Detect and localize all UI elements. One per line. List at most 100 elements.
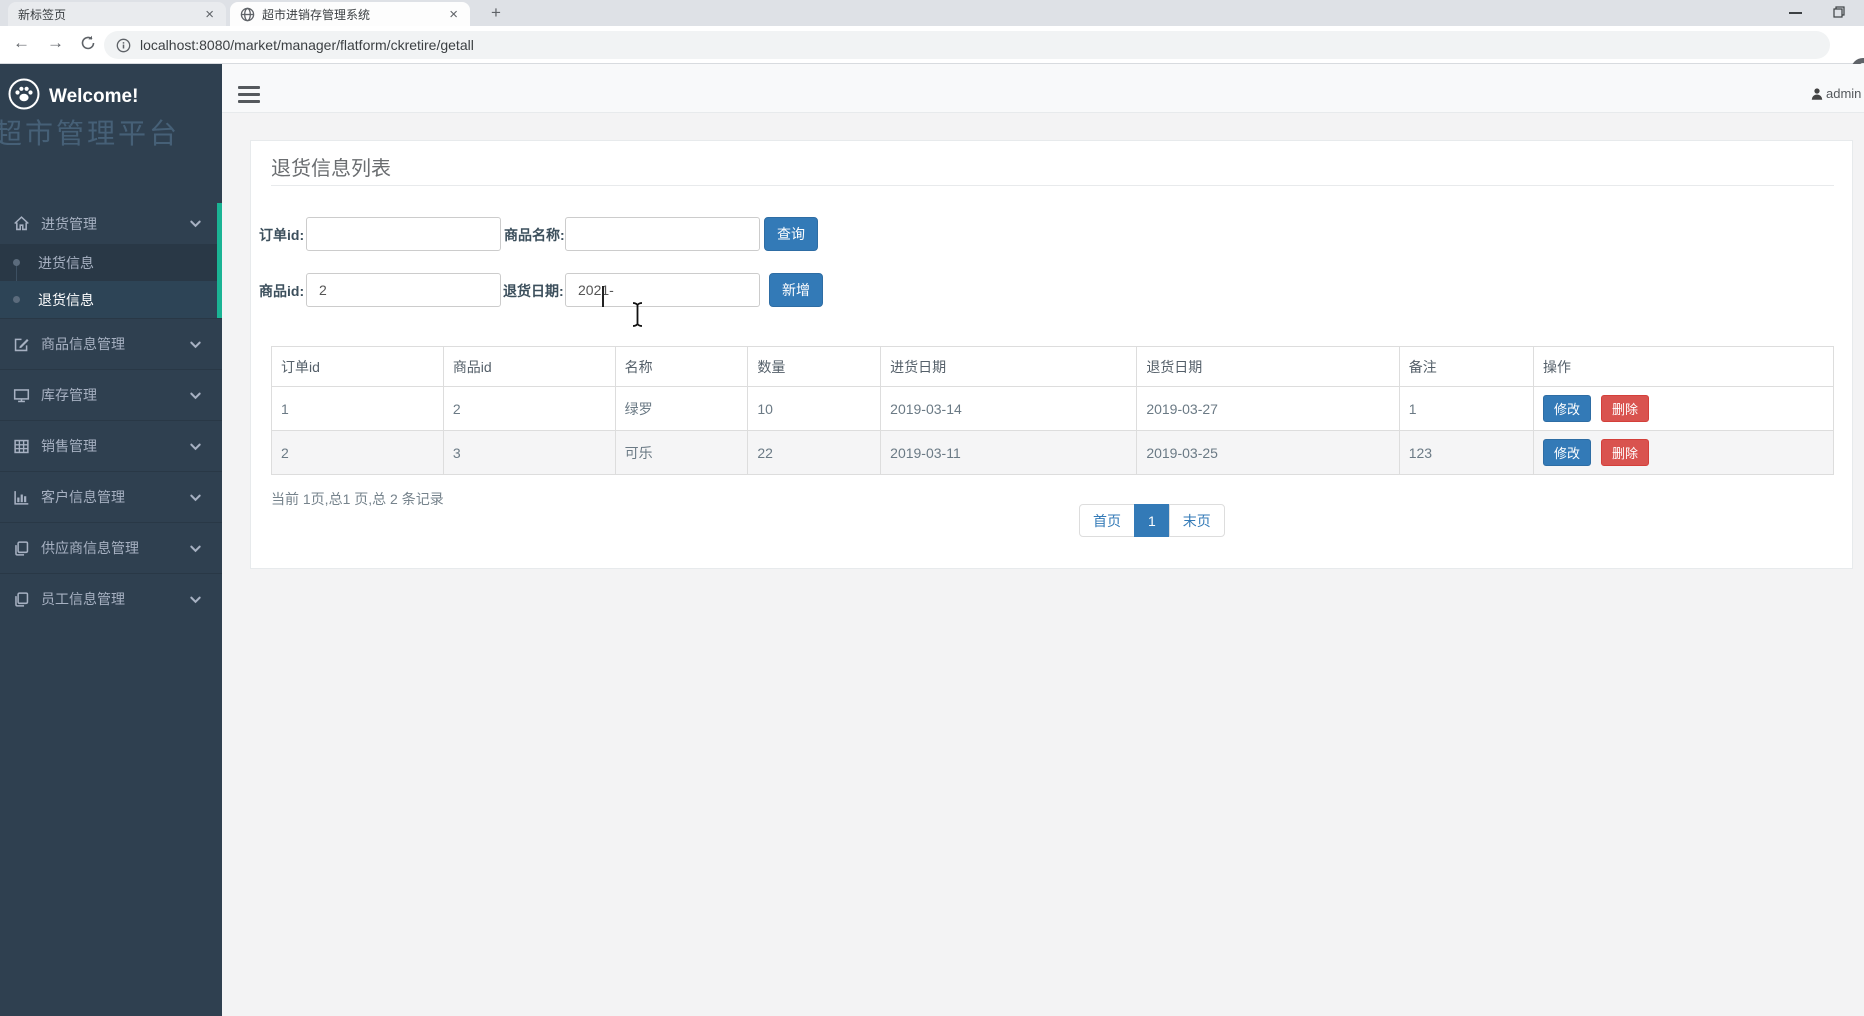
sidebar: Welcome! 超市管理平台 进货管理 进货信息 退货信息 商品信息管理 库存… <box>0 64 222 1016</box>
sidebar-item-product-info-mgmt[interactable]: 商品信息管理 <box>0 318 222 369</box>
close-icon[interactable]: × <box>203 7 216 22</box>
col-header: 退货日期 <box>1136 346 1400 387</box>
tab-title: 超市进销存管理系统 <box>262 7 371 22</box>
search-form-row: 订单id: 商品名称: 查询 <box>251 217 1852 251</box>
cell-name: 可乐 <box>614 430 749 475</box>
info-icon[interactable] <box>116 38 131 53</box>
bullet-dot-icon <box>13 259 20 266</box>
add-form-row: 商品id: 退货日期: 新增 <box>251 273 1852 307</box>
page-title: 退货信息列表 <box>271 158 391 180</box>
table-icon <box>12 438 30 455</box>
product-name-input[interactable] <box>565 217 760 251</box>
delete-button[interactable]: 删除 <box>1600 439 1649 466</box>
copy-icon <box>12 540 30 557</box>
sidebar-item-label: 商品信息管理 <box>41 336 125 352</box>
sidebar-submenu-purchase: 进货信息 退货信息 <box>0 244 222 318</box>
screen: 新标签页 × 超市进销存管理系统 × + ← → localhost:8080/… <box>0 0 1864 1016</box>
table-row: 2 3 可乐 22 2019-03-11 2019-03-25 123 修改 删… <box>271 430 1834 475</box>
desktop-icon <box>12 387 30 404</box>
add-button[interactable]: 新增 <box>769 273 823 307</box>
sidebar-item-supplier-info-mgmt[interactable]: 供应商信息管理 <box>0 522 222 573</box>
new-tab-button[interactable]: + <box>486 3 506 23</box>
user-name: admin <box>1826 86 1862 101</box>
hamburger-menu-icon[interactable] <box>238 86 260 107</box>
product-id-input[interactable] <box>306 273 501 307</box>
cell-return-date: 2019-03-27 <box>1136 386 1400 431</box>
sidebar-item-purchase-mgmt[interactable]: 进货管理 <box>0 203 222 244</box>
home-icon <box>12 215 30 232</box>
sidebar-item-inventory-mgmt[interactable]: 库存管理 <box>0 369 222 420</box>
chevron-down-icon <box>189 440 202 453</box>
cell-product-id: 2 <box>442 386 616 431</box>
return-date-label: 退货日期: <box>503 283 564 299</box>
col-header: 名称 <box>614 346 749 387</box>
chevron-down-icon <box>189 338 202 351</box>
page-topbar: admin <box>222 64 1864 113</box>
table-header-row: 订单id 商品id 名称 数量 进货日期 退货日期 备注 操作 <box>271 346 1834 387</box>
person-icon <box>1810 87 1824 101</box>
return-date-input[interactable] <box>565 273 760 307</box>
title-divider <box>271 185 1834 186</box>
sidebar-subitem-label: 退货信息 <box>38 291 94 308</box>
sidebar-item-label: 进货管理 <box>41 215 97 232</box>
order-id-label: 订单id: <box>259 227 305 243</box>
cell-actions: 修改 删除 <box>1533 430 1834 475</box>
sidebar-brand: Welcome! <box>8 78 138 115</box>
welcome-text: Welcome! <box>49 85 139 107</box>
product-name-label: 商品名称: <box>504 227 565 243</box>
cell-order-id: 1 <box>271 386 444 431</box>
sidebar-item-label: 客户信息管理 <box>41 489 125 505</box>
product-id-label: 商品id: <box>259 283 305 299</box>
forward-icon[interactable]: → <box>47 33 64 53</box>
cell-note: 1 <box>1398 386 1535 431</box>
sidebar-item-return-info[interactable]: 退货信息 <box>0 281 222 318</box>
text-caret <box>602 286 604 307</box>
globe-icon <box>240 7 255 22</box>
back-icon[interactable]: ← <box>13 33 30 53</box>
edit-button[interactable]: 修改 <box>1543 395 1592 422</box>
platform-title: 超市管理平台 <box>0 118 181 149</box>
window-restore-button[interactable] <box>1833 5 1845 23</box>
pagination: 首页 1 末页 <box>1079 504 1225 537</box>
chevron-down-icon <box>189 217 202 230</box>
sidebar-item-sales-mgmt[interactable]: 销售管理 <box>0 420 222 471</box>
pagination-page-1[interactable]: 1 <box>1134 504 1170 537</box>
sidebar-item-purchase-info[interactable]: 进货信息 <box>0 244 222 281</box>
browser-tab-newtab[interactable]: 新标签页 × <box>8 2 226 26</box>
cell-note: 123 <box>1398 430 1535 475</box>
order-id-input[interactable] <box>306 217 501 251</box>
delete-button[interactable]: 删除 <box>1600 395 1649 422</box>
sidebar-item-customer-info-mgmt[interactable]: 客户信息管理 <box>0 471 222 522</box>
cell-order-id: 2 <box>271 430 444 475</box>
bullet-dot-icon <box>13 296 20 303</box>
browser-tab-strip: 新标签页 × 超市进销存管理系统 × + <box>0 0 1864 26</box>
active-menu-accent-bar <box>217 203 222 318</box>
sidebar-subitem-label: 进货信息 <box>38 254 94 271</box>
return-info-panel: 退货信息列表 订单id: 商品名称: 查询 商品id: 退货日期: 新增 <box>250 140 1853 569</box>
cell-name: 绿罗 <box>614 386 749 431</box>
logged-in-user[interactable]: admin <box>1810 86 1861 101</box>
sidebar-menu: 进货管理 进货信息 退货信息 商品信息管理 库存管理 销售管理 客户信息管理 供… <box>0 203 222 624</box>
col-header: 商品id <box>442 346 616 387</box>
cell-quantity: 10 <box>747 386 882 431</box>
browser-toolbar: ← → localhost:8080/market/manager/flatfo… <box>0 26 1864 85</box>
sidebar-item-employee-info-mgmt[interactable]: 员工信息管理 <box>0 573 222 624</box>
edit-button[interactable]: 修改 <box>1543 439 1592 466</box>
reload-icon[interactable] <box>80 35 96 56</box>
query-button[interactable]: 查询 <box>764 217 818 251</box>
edit-icon <box>12 336 30 353</box>
chevron-down-icon <box>189 389 202 402</box>
close-icon[interactable]: × <box>447 7 460 22</box>
return-info-table: 订单id 商品id 名称 数量 进货日期 退货日期 备注 操作 1 2 绿罗 1… <box>271 346 1834 475</box>
col-header: 进货日期 <box>880 346 1138 387</box>
cell-quantity: 22 <box>747 430 882 475</box>
browser-tab-app[interactable]: 超市进销存管理系统 × <box>230 2 470 26</box>
col-header: 备注 <box>1398 346 1535 387</box>
table-row: 1 2 绿罗 10 2019-03-14 2019-03-27 1 修改 删除 <box>271 386 1834 431</box>
window-minimize-button[interactable] <box>1789 12 1802 14</box>
col-header: 操作 <box>1533 346 1834 387</box>
address-bar[interactable]: localhost:8080/market/manager/flatform/c… <box>104 31 1830 59</box>
pagination-first[interactable]: 首页 <box>1079 504 1135 537</box>
pagination-last[interactable]: 末页 <box>1168 504 1225 537</box>
sidebar-item-label: 库存管理 <box>41 387 97 403</box>
